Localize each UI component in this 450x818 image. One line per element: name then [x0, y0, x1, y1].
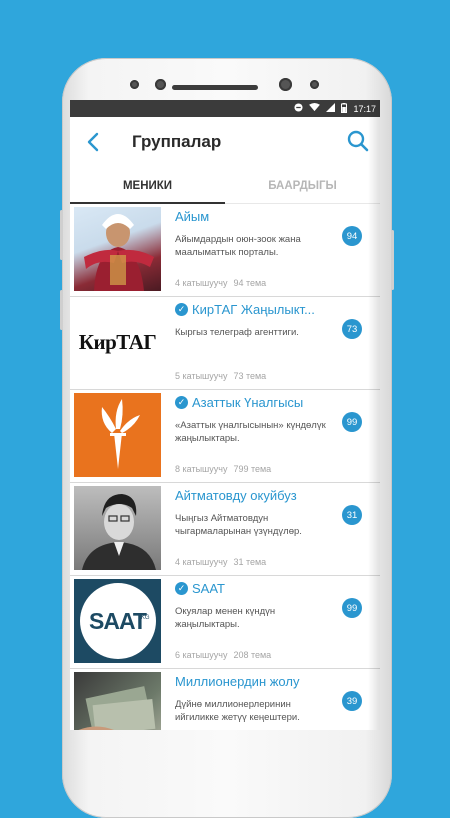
group-row-kirtag[interactable]: КирТАГ ✓ КирТАГ Жаңылыкт... Кыргыз телегр… [70, 297, 380, 390]
topic-count: 73 тема [233, 371, 267, 381]
group-description: Айымдардын оюн-зоок жана маалыматтык пор… [175, 234, 301, 258]
speaker-grille [172, 85, 258, 90]
sensor-icon [310, 80, 319, 89]
group-name: Айым [175, 209, 210, 224]
group-description: Дүйнө миллионерлеринин ийгиликке жетүү к… [175, 699, 300, 723]
group-row-saat[interactable]: SAAT KG ✓ SAAT Окуялар менен күндүн жаңыл… [70, 576, 380, 669]
power-button [391, 230, 394, 290]
unread-badge: 31 [342, 505, 362, 525]
group-row-aiym[interactable]: Айым Айымдардын оюн-зоок жана маалыматты… [70, 204, 380, 297]
group-avatar-azattyk [74, 393, 161, 477]
back-arrow-icon[interactable] [82, 130, 106, 154]
sensor-icon [155, 79, 166, 90]
group-description: «Азаттык үналгысынын» күндөлүк жаңылыкта… [175, 420, 326, 444]
member-count: 4 катышуучу [175, 557, 228, 567]
group-description: Окуялар менен күндүн жаңылыктары. [175, 606, 276, 630]
topic-count: 94 тема [233, 278, 267, 288]
group-row-aitmatov[interactable]: Айтматовду окуйбуз Чыңгыз Айтматовдун чы… [70, 483, 380, 576]
kirtag-logo: КирТАГ [78, 329, 157, 354]
group-description: Кыргыз телеграф агенттиги. [175, 327, 299, 338]
unread-badge: 99 [342, 598, 362, 618]
tab-bar: МЕНИКИ БААРДЫГЫ [70, 169, 380, 204]
group-name: Миллионердин жолу [175, 674, 300, 689]
topic-count: 31 тема [233, 557, 267, 567]
search-icon[interactable] [346, 129, 370, 153]
app-bar: Группалар [70, 117, 380, 169]
unread-badge: 73 [342, 319, 362, 339]
group-row-millioner[interactable]: Миллионердин жолу Дүйнө миллионерлеринин… [70, 669, 380, 730]
verified-check-icon: ✓ [175, 303, 188, 316]
saat-logo-suffix: KG [140, 615, 150, 621]
group-name: Азаттык Үналгысы [192, 395, 304, 410]
member-count: 4 катышуучу [175, 278, 228, 288]
wifi-icon [309, 103, 321, 114]
unread-badge: 94 [342, 226, 362, 246]
group-row-azattyk[interactable]: ✓ Азаттык Үналгысы «Азаттык үналгысынын» … [70, 390, 380, 483]
group-avatar-aiym [74, 207, 161, 291]
tab-all[interactable]: БААРДЫГЫ [225, 169, 380, 203]
dnd-icon [294, 103, 304, 114]
battery-icon [341, 102, 348, 115]
member-count: 6 катышуучу [175, 650, 228, 660]
status-bar: 17:17 [70, 100, 380, 117]
page-title: Группалар [132, 132, 222, 151]
bixby-button [60, 290, 63, 330]
unread-badge: 39 [342, 691, 362, 711]
verified-check-icon: ✓ [175, 582, 188, 595]
group-list: Айым Айымдардын оюн-зоок жана маалыматты… [70, 204, 380, 730]
sensor-icon [130, 80, 139, 89]
screen-edge-shadow [368, 100, 380, 730]
group-description: Чыңгыз Айтматовдун чыгармаларынан үзүндү… [175, 513, 302, 537]
front-camera-icon [279, 78, 292, 91]
saat-logo: SAAT [89, 607, 147, 634]
unread-badge: 99 [342, 412, 362, 432]
member-count: 5 катышуучу [175, 371, 228, 381]
verified-check-icon: ✓ [175, 396, 188, 409]
app-screen: 17:17 Группалар МЕНИКИ БААРДЫГЫ Айым Айы… [70, 100, 380, 730]
volume-button [60, 210, 63, 260]
group-name: Айтматовду окуйбуз [175, 488, 297, 503]
group-name: КирТАГ Жаңылыкт... [192, 302, 315, 317]
group-name: SAAT [192, 581, 225, 596]
group-avatar-kirtag: КирТАГ [74, 300, 161, 384]
group-avatar-millioner [74, 672, 161, 730]
topic-count: 799 тема [233, 464, 272, 474]
tab-mine[interactable]: МЕНИКИ [70, 169, 225, 203]
signal-icon [326, 103, 336, 114]
member-count: 8 катышуучу [175, 464, 228, 474]
group-avatar-aitmatov [74, 486, 161, 570]
topic-count: 208 тема [233, 650, 272, 660]
group-avatar-saat: SAAT KG [74, 579, 161, 663]
